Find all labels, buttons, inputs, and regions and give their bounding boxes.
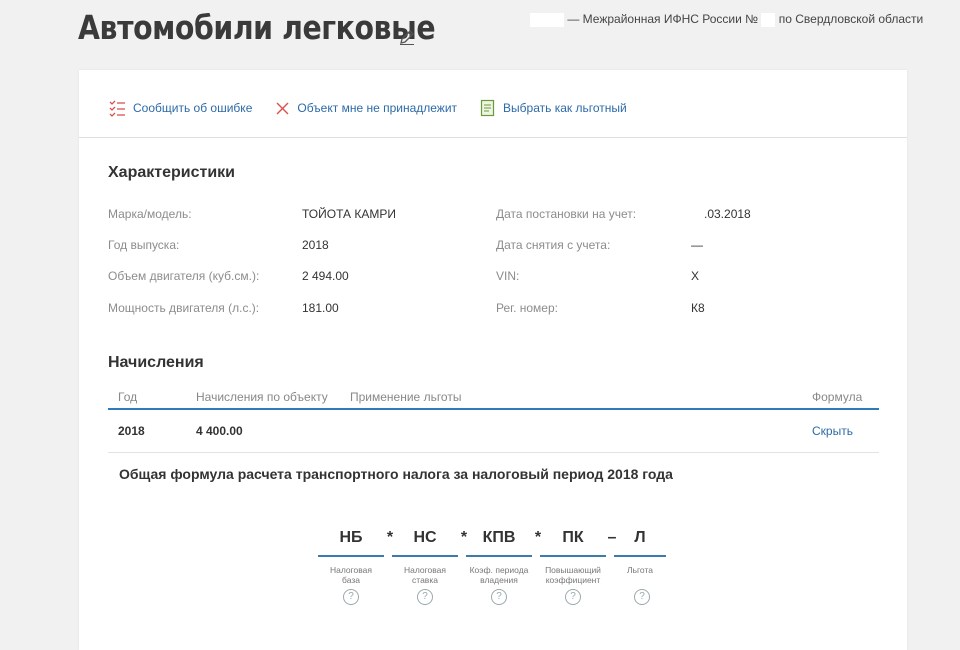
- divider: [79, 137, 907, 138]
- char-value: —: [691, 238, 703, 252]
- not-my-object-label: Объект мне не принадлежит: [297, 101, 458, 115]
- char-label: Марка/модель:: [108, 207, 192, 221]
- formula-caption: Льгота: [627, 565, 653, 575]
- formula-caption: Налоговая база: [329, 565, 373, 585]
- help-icon[interactable]: ?: [565, 589, 581, 605]
- char-label: Рег. номер:: [496, 301, 558, 315]
- select-as-benefit-label: Выбрать как льготный: [503, 101, 627, 115]
- report-error-icon: [109, 100, 125, 117]
- char-value: Х: [691, 269, 700, 283]
- not-my-object-button[interactable]: Объект мне не принадлежит: [275, 101, 457, 116]
- formula-term-nb: НБ: [318, 525, 384, 557]
- help-icon[interactable]: ?: [417, 589, 433, 605]
- redacted-block: [761, 12, 776, 27]
- inspection-suffix: по Свердловской области: [778, 12, 924, 26]
- char-label: Дата постановки на учет:: [496, 207, 637, 221]
- tax-inspection-info: — Межрайонная ИФНС России № по Свердловс…: [530, 12, 923, 27]
- char-label: Мощность двигателя (л.с.):: [108, 301, 260, 315]
- formula-term-pk: ПК: [540, 525, 606, 557]
- page-title: Автомобили легковые: [78, 8, 436, 47]
- char-label: Дата снятия с учета:: [496, 238, 611, 252]
- char-label: Объем двигателя (куб.см.):: [108, 269, 260, 283]
- formula-title: Общая формула расчета транспортного нало…: [119, 466, 673, 482]
- close-icon: [276, 102, 289, 114]
- report-error-button[interactable]: Сообщить об ошибке: [109, 100, 252, 117]
- pencil-edit-icon[interactable]: [398, 28, 416, 46]
- char-label: VIN:: [496, 269, 520, 283]
- char-value: 2018: [302, 238, 329, 252]
- char-value: .03.2018: [704, 207, 751, 221]
- char-value: К8: [691, 301, 705, 315]
- col-benefit: Применение льготы: [350, 390, 462, 404]
- char-value: 181.00: [302, 301, 339, 315]
- charges-title: Начисления: [108, 354, 204, 371]
- characteristics-title: Характеристики: [108, 164, 236, 181]
- report-error-label: Сообщить об ошибке: [133, 101, 253, 115]
- hide-formula-link[interactable]: Скрыть: [812, 424, 853, 438]
- formula-term-kpv: КПВ: [466, 525, 532, 557]
- formula-caption: Налоговая ставка: [403, 565, 447, 585]
- formula-term-l: Л: [614, 525, 666, 557]
- table-row: 2018 4 400.00 Скрыть: [108, 420, 879, 453]
- col-year: Год: [118, 390, 138, 404]
- redacted-block: [530, 12, 564, 27]
- help-icon[interactable]: ?: [343, 589, 359, 605]
- char-value: ТОЙОТА КАМРИ: [302, 207, 396, 221]
- help-icon[interactable]: ?: [491, 589, 507, 605]
- col-amount: Начисления по объекту: [196, 390, 328, 404]
- col-formula: Формула: [812, 390, 863, 404]
- formula-caption: Повышающий коэффициент: [545, 565, 601, 585]
- inspection-prefix: — Межрайонная ИФНС России №: [567, 12, 759, 26]
- actions-bar: Сообщить об ошибке Объект мне не принадл…: [109, 98, 650, 118]
- document-icon: [480, 99, 495, 117]
- formula-caption: Коэф. периода владения: [469, 565, 529, 585]
- row-amount: 4 400.00: [196, 424, 243, 438]
- char-value: 2 494.00: [302, 269, 349, 283]
- char-label: Год выпуска:: [108, 238, 180, 252]
- formula-term-ns: НС: [392, 525, 458, 557]
- row-year: 2018: [118, 424, 145, 438]
- vehicle-card: Сообщить об ошибке Объект мне не принадл…: [79, 70, 907, 650]
- select-as-benefit-button[interactable]: Выбрать как льготный: [480, 99, 627, 117]
- help-icon[interactable]: ?: [634, 589, 650, 605]
- charges-table-header: Год Начисления по объекту Применение льг…: [108, 388, 879, 410]
